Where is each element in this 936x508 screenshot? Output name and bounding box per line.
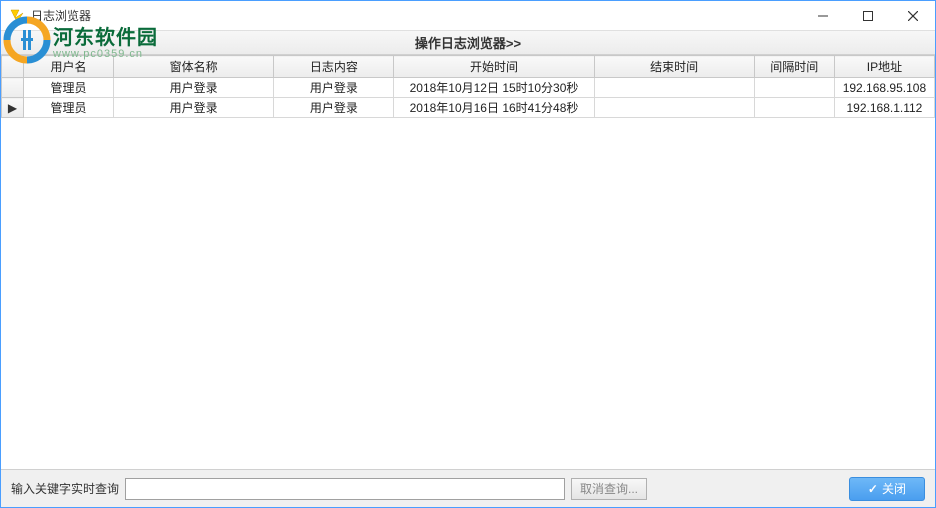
- header-user[interactable]: 用户名: [24, 56, 114, 78]
- header-selector[interactable]: [2, 56, 24, 78]
- cell-ip: 192.168.1.112: [834, 98, 934, 118]
- window-title: 日志浏览器: [31, 7, 91, 24]
- cell-log: 用户登录: [274, 78, 394, 98]
- row-selector[interactable]: ▶: [2, 98, 24, 118]
- cell-end: [594, 78, 754, 98]
- cancel-search-button[interactable]: 取消查询...: [571, 478, 647, 500]
- search-input[interactable]: [125, 478, 565, 500]
- titlebar: 日志浏览器: [1, 1, 935, 31]
- close-button[interactable]: 关闭: [849, 477, 925, 501]
- cell-interval: [754, 98, 834, 118]
- app-icon: [9, 8, 25, 24]
- cell-log: 用户登录: [274, 98, 394, 118]
- header-form[interactable]: 窗体名称: [114, 56, 274, 78]
- table-row[interactable]: 管理员用户登录用户登录2018年10月12日 15时10分30秒192.168.…: [2, 78, 935, 98]
- search-label: 输入关键字实时查询: [11, 480, 119, 497]
- header-interval[interactable]: 间隔时间: [754, 56, 834, 78]
- cell-start: 2018年10月16日 16时41分48秒: [394, 98, 594, 118]
- cell-interval: [754, 78, 834, 98]
- cell-ip: 192.168.95.108: [834, 78, 934, 98]
- cell-start: 2018年10月12日 15时10分30秒: [394, 78, 594, 98]
- check-icon: [868, 482, 878, 496]
- cell-end: [594, 98, 754, 118]
- close-window-button[interactable]: [890, 1, 935, 31]
- table-row[interactable]: ▶管理员用户登录用户登录2018年10月16日 16时41分48秒192.168…: [2, 98, 935, 118]
- toolbar-title: 操作日志浏览器>>: [415, 33, 521, 52]
- row-selector[interactable]: [2, 78, 24, 98]
- window-controls: [800, 1, 935, 30]
- minimize-button[interactable]: [800, 1, 845, 31]
- header-log[interactable]: 日志内容: [274, 56, 394, 78]
- header-start[interactable]: 开始时间: [394, 56, 594, 78]
- maximize-button[interactable]: [845, 1, 890, 31]
- cell-form: 用户登录: [114, 98, 274, 118]
- cell-form: 用户登录: [114, 78, 274, 98]
- close-button-label: 关闭: [882, 480, 906, 497]
- log-table-area[interactable]: 用户名 窗体名称 日志内容 开始时间 结束时间 间隔时间 IP地址 管理员用户登…: [1, 55, 935, 469]
- table-header-row: 用户名 窗体名称 日志内容 开始时间 结束时间 间隔时间 IP地址: [2, 56, 935, 78]
- cell-user: 管理员: [24, 78, 114, 98]
- footer: 输入关键字实时查询 取消查询... 关闭: [1, 469, 935, 507]
- log-table: 用户名 窗体名称 日志内容 开始时间 结束时间 间隔时间 IP地址 管理员用户登…: [1, 55, 935, 118]
- header-end[interactable]: 结束时间: [594, 56, 754, 78]
- toolbar: 操作日志浏览器>>: [1, 31, 935, 55]
- cell-user: 管理员: [24, 98, 114, 118]
- header-ip[interactable]: IP地址: [834, 56, 934, 78]
